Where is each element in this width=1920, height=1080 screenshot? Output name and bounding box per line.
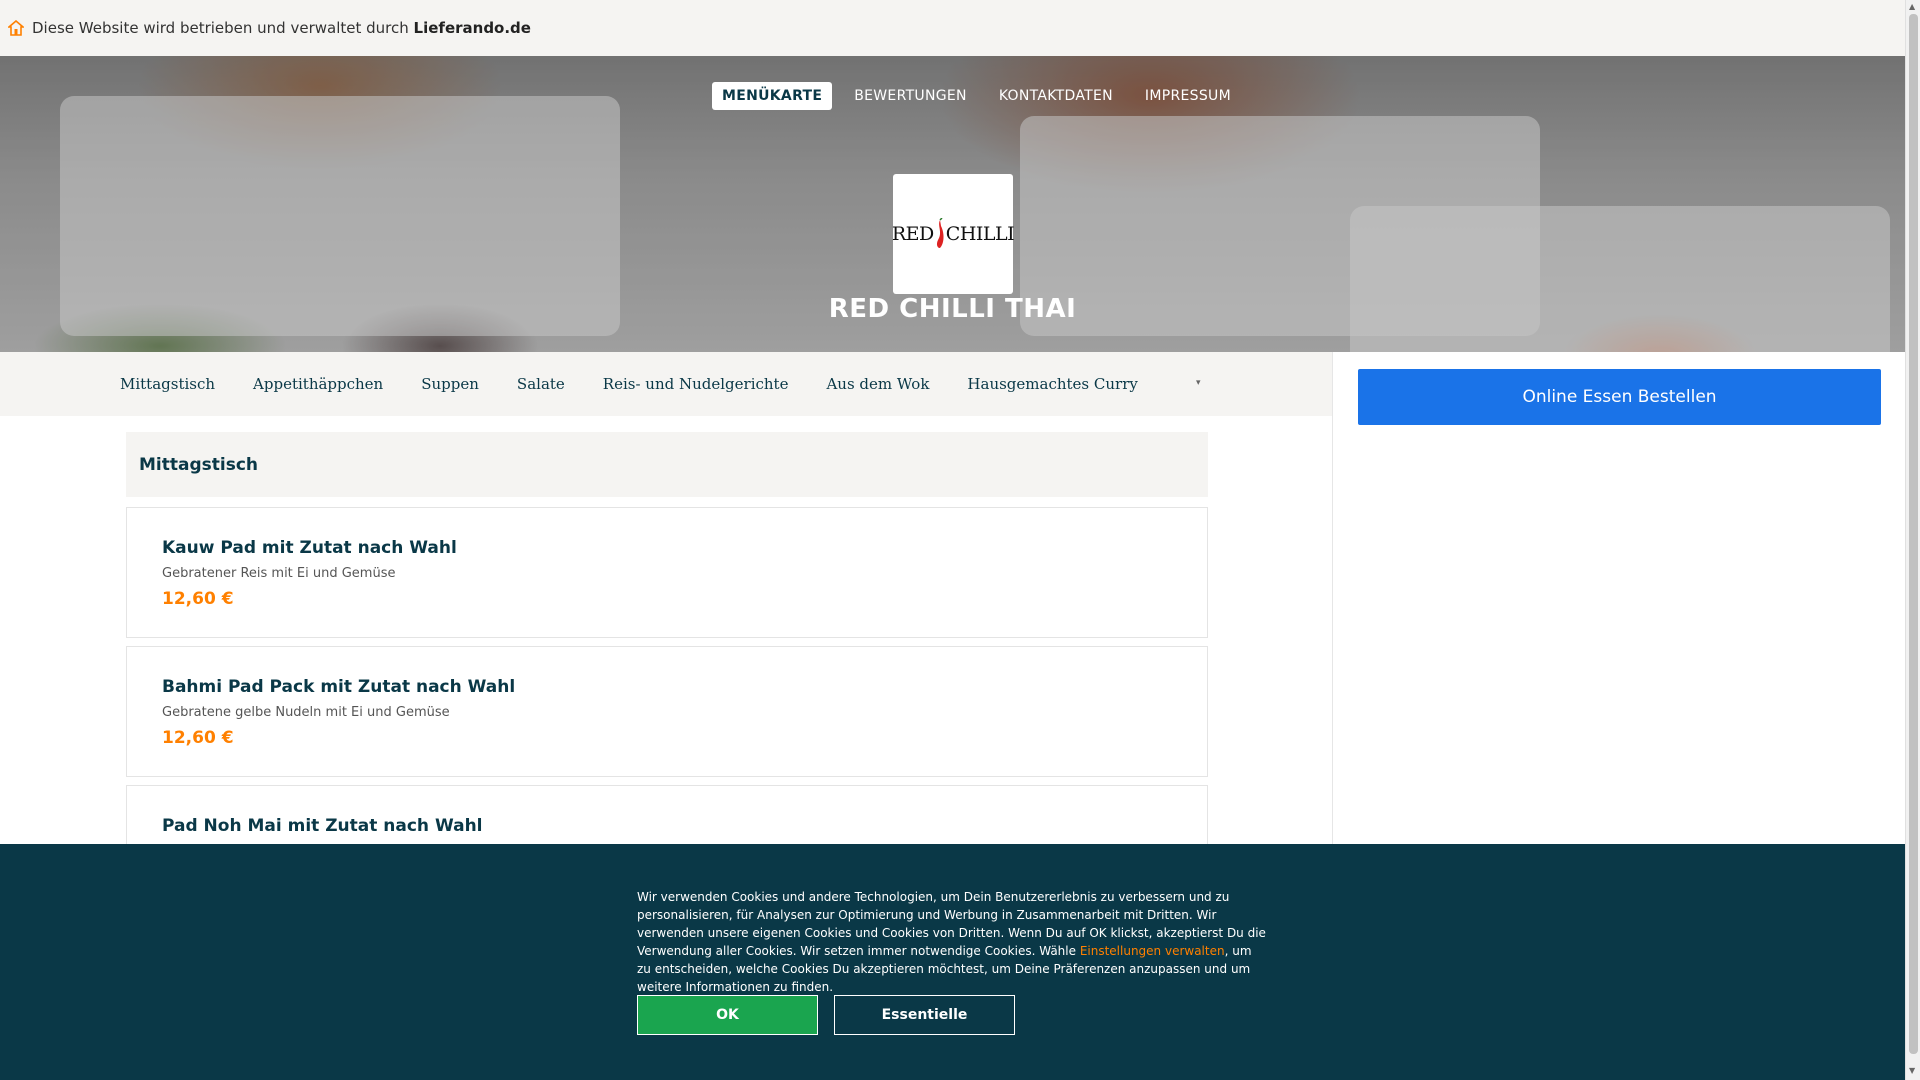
operator-brand: Lieferando.de	[413, 19, 531, 37]
column-divider	[1332, 352, 1333, 844]
nav-menukarte[interactable]: MENÜKARTE	[712, 82, 833, 110]
hero-banner: MENÜKARTE BEWERTUNGEN KONTAKTDATEN IMPRE…	[0, 56, 1905, 352]
menu-item-desc: Gebratener Reis mit Ei und Gemüse	[162, 566, 396, 581]
menu-item-name: Pad Noh Mai mit Zutat nach Wahl	[162, 816, 483, 836]
category-reis-nudel[interactable]: Reis- und Nudelgerichte	[603, 375, 789, 393]
cookie-text: Wir verwenden Cookies und andere Technol…	[637, 888, 1267, 996]
category-wok[interactable]: Aus dem Wok	[826, 375, 929, 393]
scroll-down-icon[interactable]: ▼	[1909, 1066, 1915, 1075]
cookie-banner: Wir verwenden Cookies und andere Technol…	[0, 844, 1905, 1080]
menu-item-price: 12,60 €	[162, 589, 234, 609]
scrollbar[interactable]: ▲ ▼	[1905, 0, 1920, 1080]
operator-info-bar: Diese Website wird betrieben und verwalt…	[0, 0, 1905, 56]
nav-kontaktdaten[interactable]: KONTAKTDATEN	[989, 82, 1123, 110]
menu-item-name: Bahmi Pad Pack mit Zutat nach Wahl	[162, 677, 516, 697]
chevron-down-icon[interactable]: ▾	[1196, 378, 1201, 388]
menu-item[interactable]: Kauw Pad mit Zutat nach Wahl Gebratener …	[126, 507, 1208, 638]
restaurant-logo: RED CHILLI	[891, 174, 1015, 294]
logo-text-left: RED	[891, 223, 934, 245]
operator-info-text: Diese Website wird betrieben und verwalt…	[32, 19, 409, 37]
category-bar: Mittagstisch Appetithäppchen Suppen Sala…	[0, 352, 1332, 416]
order-online-button[interactable]: Online Essen Bestellen	[1358, 369, 1881, 425]
category-appetithaeppchen[interactable]: Appetithäppchen	[253, 375, 383, 393]
section-title: Mittagstisch	[126, 432, 1208, 497]
category-mittagstisch[interactable]: Mittagstisch	[120, 375, 215, 393]
chili-icon	[936, 218, 944, 248]
menu-item[interactable]: Bahmi Pad Pack mit Zutat nach Wahl Gebra…	[126, 646, 1208, 777]
cookie-essential-button[interactable]: Essentielle	[834, 995, 1015, 1035]
scroll-up-icon[interactable]: ▲	[1909, 2, 1915, 11]
home-icon	[8, 20, 24, 36]
cookie-ok-button[interactable]: OK	[637, 995, 818, 1035]
category-salate[interactable]: Salate	[517, 375, 565, 393]
cookie-settings-link[interactable]: Einstellungen verwalten	[1080, 944, 1225, 958]
menu-item-desc: Gebratene gelbe Nudeln mit Ei und Gemüse	[162, 705, 450, 720]
category-curry[interactable]: Hausgemachtes Curry	[967, 375, 1137, 393]
logo-text: RED CHILLI	[891, 218, 1015, 250]
category-suppen[interactable]: Suppen	[421, 375, 479, 393]
nav-impressum[interactable]: IMPRESSUM	[1135, 82, 1241, 110]
menu-item-price: 12,60 €	[162, 728, 234, 748]
main-nav: MENÜKARTE BEWERTUNGEN KONTAKTDATEN IMPRE…	[712, 82, 1241, 110]
menu-item-name: Kauw Pad mit Zutat nach Wahl	[162, 538, 457, 558]
logo-text-right: CHILLI	[945, 223, 1015, 245]
scrollbar-thumb[interactable]	[1909, 14, 1918, 1054]
nav-bewertungen[interactable]: BEWERTUNGEN	[844, 82, 977, 110]
restaurant-name: RED CHILLI THAI	[828, 294, 1077, 324]
